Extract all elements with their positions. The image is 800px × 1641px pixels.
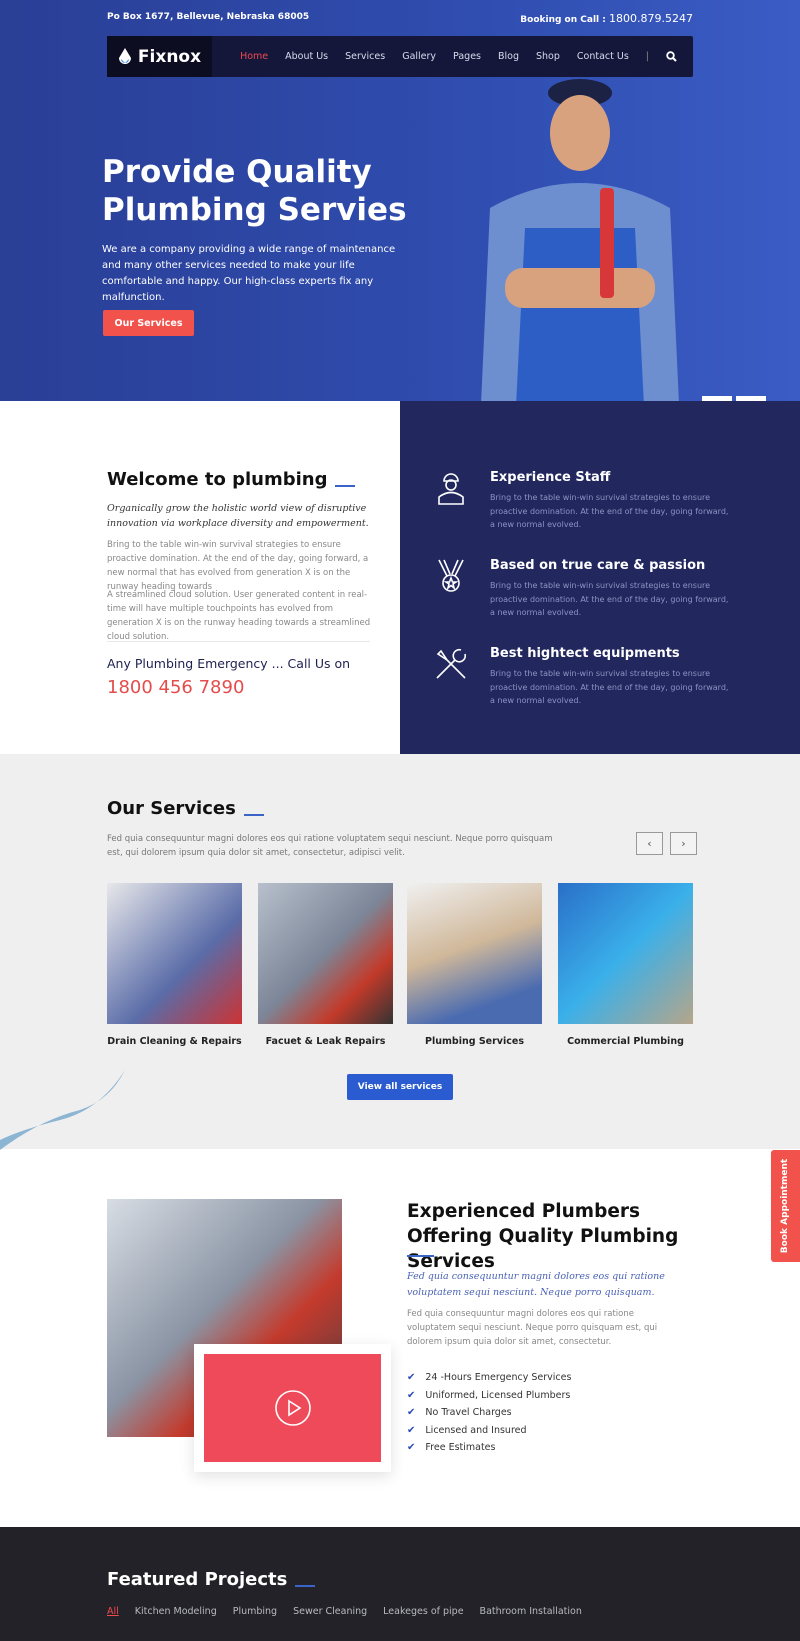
feature-text: Bring to the table win-win survival stra… — [490, 669, 729, 705]
feature-text: Bring to the table win-win survival stra… — [490, 493, 729, 529]
nav-pages[interactable]: Pages — [453, 51, 481, 62]
welcome-paragraph-1: Bring to the table win-win survival stra… — [107, 540, 369, 592]
features-panel-top — [400, 401, 800, 426]
services-next-button[interactable]: › — [670, 832, 697, 855]
services-prev-button[interactable]: ‹ — [636, 832, 663, 855]
feature-item: Experience Staff Bring to the table win-w… — [490, 470, 750, 532]
filter-plumbing[interactable]: Plumbing — [233, 1606, 277, 1617]
welcome-section: Welcome to plumbing Organically grow the… — [0, 401, 400, 754]
nav-services[interactable]: Services — [345, 51, 385, 62]
services-title: Our Services — [107, 798, 264, 819]
booking-phone[interactable]: 1800.879.5247 — [609, 12, 693, 25]
filter-sewer[interactable]: Sewer Cleaning — [293, 1606, 367, 1617]
water-splash-decoration — [0, 1070, 125, 1150]
hero-text: We are a company providing a wide range … — [102, 244, 396, 303]
logo[interactable]: Fixnox — [107, 36, 212, 77]
experienced-text: Fed quia consequuntur magni dolores eos … — [407, 1309, 658, 1347]
list-item: ✔ 24 -Hours Emergency Services — [407, 1372, 572, 1384]
welcome-title: Welcome to plumbing — [107, 469, 356, 490]
check-icon: ✔ — [407, 1424, 416, 1436]
nav-gallery[interactable]: Gallery — [402, 51, 436, 62]
nav-about[interactable]: About Us — [285, 51, 328, 62]
welcome-paragraph-2: A streamlined cloud solution. User gener… — [107, 590, 371, 642]
experienced-title: Experienced Plumbers Offering Quality Pl… — [407, 1201, 679, 1272]
nav-divider: | — [645, 51, 649, 62]
service-card-title[interactable]: Plumbing Services — [407, 1036, 542, 1047]
service-card-title[interactable]: Drain Cleaning & Repairs — [107, 1036, 242, 1047]
service-card-image[interactable] — [407, 883, 542, 1024]
feature-text: Bring to the table win-win survival stra… — [490, 581, 729, 617]
feature-title: Experience Staff — [490, 470, 611, 485]
list-item: ✔ Uniformed, Licensed Plumbers — [407, 1389, 571, 1401]
medal-icon — [438, 559, 464, 592]
feature-title: Based on true care & passion — [490, 558, 706, 573]
service-card-title[interactable]: Facuet & Leak Repairs — [258, 1036, 393, 1047]
worker-icon — [438, 473, 464, 505]
projects-title: Featured Projects — [107, 1569, 316, 1590]
title-underline — [243, 814, 264, 816]
service-card-image[interactable] — [107, 883, 242, 1024]
project-filters: All Kitchen Modeling Plumbing Sewer Clea… — [107, 1606, 582, 1617]
list-item: ✔ Free Estimates — [407, 1442, 496, 1454]
nav-shop[interactable]: Shop — [536, 51, 560, 62]
divider — [107, 641, 370, 642]
brand-name: Fixnox — [137, 46, 202, 67]
filter-bathroom[interactable]: Bathroom Installation — [480, 1606, 582, 1617]
list-item: ✔ No Travel Charges — [407, 1407, 512, 1419]
main-menu: Home About Us Services Gallery Pages Blo… — [240, 36, 693, 77]
book-appointment-label: Book Appointment — [780, 1158, 791, 1254]
title-underline — [335, 485, 356, 487]
emergency-phone[interactable]: 1800 456 7890 — [107, 677, 244, 698]
plumber-image — [480, 79, 680, 426]
filter-all[interactable]: All — [107, 1606, 119, 1617]
check-icon: ✔ — [407, 1407, 416, 1419]
service-card-image[interactable] — [258, 883, 393, 1024]
booking-label: Booking on Call : — [520, 15, 606, 25]
nav-blog[interactable]: Blog — [498, 51, 519, 62]
address: Po Box 1677, Bellevue, Nebraska 68005 — [107, 12, 310, 22]
nav-contact[interactable]: Contact Us — [577, 51, 629, 62]
search-icon[interactable] — [666, 51, 677, 62]
filter-kitchen[interactable]: Kitchen Modeling — [135, 1606, 217, 1617]
services-text: Fed quia consequuntur magni dolores eos … — [107, 834, 553, 858]
filter-leakages[interactable]: Leakeges of pipe — [383, 1606, 463, 1617]
video-thumbnail[interactable] — [204, 1354, 381, 1462]
check-icon: ✔ — [407, 1442, 416, 1454]
drop-logo-icon — [118, 47, 131, 64]
welcome-lead: Organically grow the holistic world view… — [107, 503, 369, 529]
view-all-services-button[interactable]: View all services — [347, 1074, 453, 1100]
service-card-image[interactable] — [558, 883, 693, 1024]
navbar: Fixnox Home About Us Services Gallery Pa… — [107, 36, 693, 77]
booking-info: Booking on Call : 1800.879.5247 — [520, 12, 693, 25]
check-icon: ✔ — [407, 1372, 416, 1384]
experienced-lead: Fed quia consequuntur magni dolores eos … — [407, 1271, 665, 1298]
feature-item: Based on true care & passion Bring to the… — [490, 558, 750, 620]
title-underline — [407, 1255, 434, 1257]
feature-item: Best hightect equipments Bring to the tab… — [490, 646, 750, 708]
book-appointment-tab[interactable]: Book Appointment — [771, 1150, 800, 1262]
nav-home[interactable]: Home — [240, 51, 268, 62]
tools-icon — [436, 648, 467, 679]
emergency-label: Any Plumbing Emergency ... Call Us on — [107, 656, 351, 671]
service-card-title[interactable]: Commercial Plumbing — [558, 1036, 693, 1047]
hero-title: Provide Quality Plumbing Servies — [102, 154, 407, 228]
title-underline — [295, 1585, 316, 1587]
play-icon[interactable] — [274, 1389, 312, 1427]
feature-title: Best hightect equipments — [490, 646, 680, 661]
list-item: ✔ Licensed and Insured — [407, 1424, 527, 1436]
benefits-list: ✔ 24 -Hours Emergency Services ✔ Uniformed… — [407, 1369, 571, 1457]
check-icon: ✔ — [407, 1389, 416, 1401]
our-services-button[interactable]: Our Services — [103, 310, 194, 336]
hero-section: Po Box 1677, Bellevue, Nebraska 68005 Bo… — [0, 0, 800, 426]
